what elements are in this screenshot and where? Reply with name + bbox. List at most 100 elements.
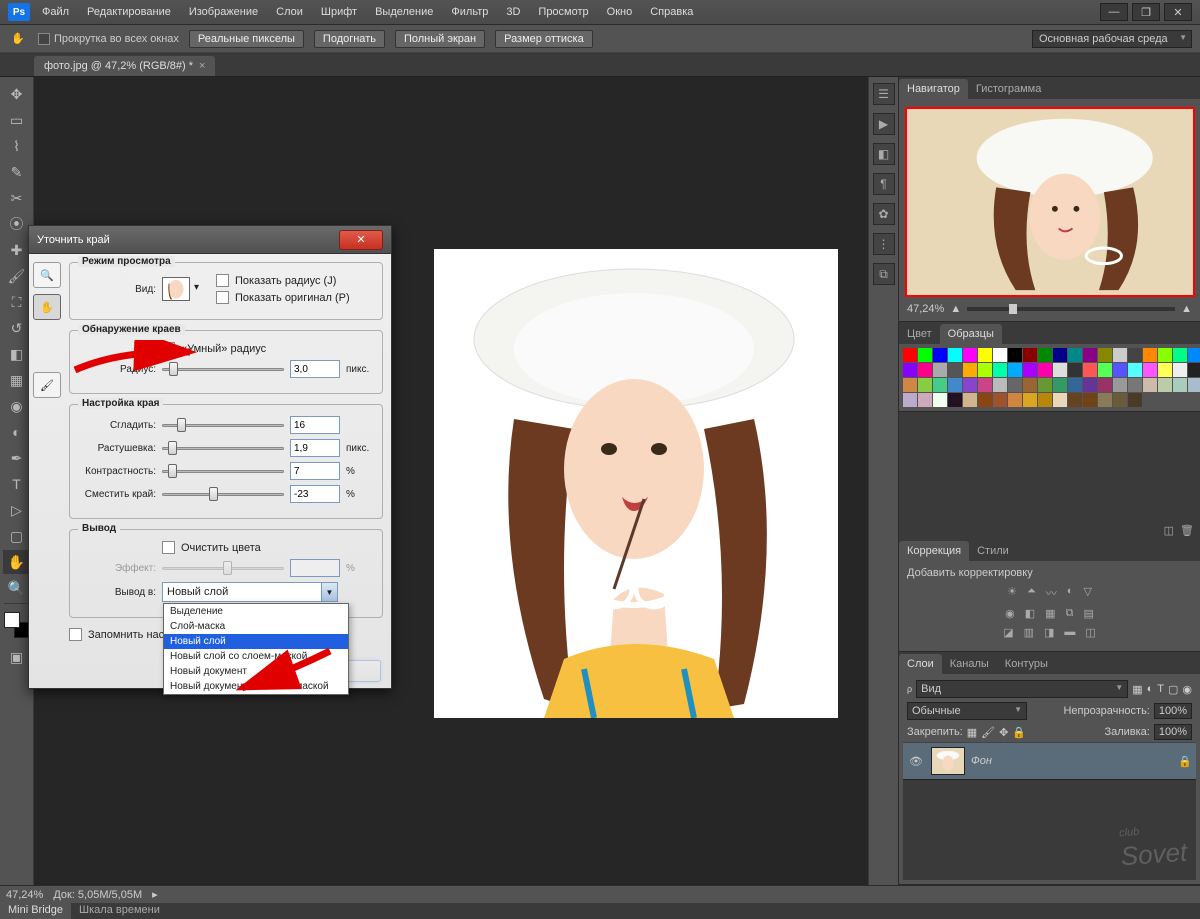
posterize-icon[interactable]: ▥ [1024,626,1034,639]
dialog-hand-tool[interactable]: ✋ [33,294,61,320]
swatch[interactable] [978,393,992,407]
swatch[interactable] [1098,378,1112,392]
selective-color-icon[interactable]: ◫ [1085,626,1095,639]
swatch[interactable] [1068,348,1082,362]
menu-edit[interactable]: Редактирование [87,6,171,18]
swatch[interactable] [1173,378,1187,392]
swatch[interactable] [1008,378,1022,392]
tab-adjustments[interactable]: Коррекция [899,541,969,561]
swatch[interactable] [1113,393,1127,407]
swatch[interactable] [978,348,992,362]
menu-layers[interactable]: Слои [276,6,303,18]
history-panel-icon[interactable]: ☰ [873,83,895,105]
dropdown-arrow-icon[interactable]: ▼ [321,583,337,601]
swatch[interactable] [1128,363,1142,377]
actual-pixels-button[interactable]: Реальные пикселы [189,30,304,48]
swatch[interactable] [903,393,917,407]
swatch[interactable] [1053,378,1067,392]
layer-filter-icon[interactable]: ▦ [1132,683,1142,696]
show-original-checkbox[interactable] [216,291,229,304]
menu-help[interactable]: Справка [650,6,693,18]
lock-pixels-icon[interactable]: 🖌 [981,726,995,739]
brush-panel-icon[interactable]: ✿ [873,203,895,225]
curves-icon[interactable]: 〰 [1046,585,1057,601]
swatch[interactable] [1023,393,1037,407]
document-tab[interactable]: фото.jpg @ 47,2% (RGB/8#) * × [34,56,215,76]
properties-panel-icon[interactable]: ◧ [873,143,895,165]
layer-filter-dropdown[interactable]: Вид [916,680,1128,698]
swatch[interactable] [1008,348,1022,362]
eraser-tool[interactable]: ◧ [3,342,31,366]
brightness-icon[interactable]: ☀ [1007,585,1017,601]
opacity-value[interactable]: 100% [1154,703,1192,719]
brush-presets-icon[interactable]: ⋮ [873,233,895,255]
hue-icon[interactable]: ◉ [1005,607,1015,620]
menu-select[interactable]: Выделение [375,6,433,18]
document-canvas[interactable] [434,249,838,718]
quick-select-tool[interactable]: ✎ [3,160,31,184]
layer-name[interactable]: Фон [971,755,992,767]
zoom-in-icon[interactable]: ▲ [1181,303,1192,315]
history-brush-tool[interactable]: ↺ [3,316,31,340]
dropdown-option[interactable]: Выделение [164,604,348,619]
swatch[interactable] [963,363,977,377]
clone-source-icon[interactable]: ⧉ [873,263,895,285]
feather-slider[interactable] [162,447,284,450]
lasso-tool[interactable]: ⌇ [3,134,31,158]
show-radius-checkbox[interactable] [216,274,229,287]
status-doc-size[interactable]: Док: 5,05M/5,05M [53,889,142,901]
zoom-tool[interactable]: 🔍 [3,576,31,600]
quickmask-toggle[interactable]: ▣ [3,645,31,669]
shift-edge-slider[interactable] [162,493,284,496]
character-panel-icon[interactable]: ¶ [873,173,895,195]
hand-tool[interactable]: ✋ [3,550,31,574]
swatch[interactable] [1098,363,1112,377]
levels-icon[interactable]: ⏶ [1027,585,1036,601]
menu-file[interactable]: Файл [42,6,69,18]
swatch[interactable] [1113,348,1127,362]
swatch[interactable] [1188,363,1200,377]
navigator-thumbnail[interactable] [905,107,1195,297]
swatch[interactable] [948,393,962,407]
swatch[interactable] [1068,393,1082,407]
layer-visibility-icon[interactable]: 👁 [907,755,925,768]
swatch[interactable] [933,393,947,407]
tab-histogram[interactable]: Гистограмма [968,79,1050,99]
swatch[interactable] [1128,393,1142,407]
blur-tool[interactable]: ◉ [3,394,31,418]
lookup-icon[interactable]: ▤ [1083,607,1093,620]
tab-navigator[interactable]: Навигатор [899,79,968,99]
exposure-icon[interactable]: ◐ [1067,585,1074,601]
swatch[interactable] [933,363,947,377]
fill-value[interactable]: 100% [1154,724,1192,740]
type-tool[interactable]: T [3,472,31,496]
blend-mode-dropdown[interactable]: Обычные [907,702,1027,720]
swatch[interactable] [1158,363,1172,377]
swatch[interactable] [1113,363,1127,377]
swatch[interactable] [1173,348,1187,362]
swatch[interactable] [903,363,917,377]
swatch[interactable] [1038,363,1052,377]
tab-color[interactable]: Цвет [899,324,940,344]
swatch[interactable] [918,363,932,377]
dialog-close-button[interactable]: ✕ [339,230,383,250]
shape-tool[interactable]: ▢ [3,524,31,548]
layer-filter-icon[interactable]: ▢ [1168,683,1178,696]
close-button[interactable]: ✕ [1164,3,1192,21]
swatch[interactable] [963,348,977,362]
swatch[interactable] [993,393,1007,407]
swatch[interactable] [1083,363,1097,377]
swatch[interactable] [1083,348,1097,362]
swatch[interactable] [1098,348,1112,362]
stamp-tool[interactable]: ⛶ [3,290,31,314]
fit-button[interactable]: Подогнать [314,30,385,48]
swatch[interactable] [1098,393,1112,407]
swatch[interactable] [1038,393,1052,407]
swatch[interactable] [1143,378,1157,392]
swatch[interactable] [948,348,962,362]
swatch[interactable] [948,363,962,377]
swatch[interactable] [1188,378,1200,392]
swatch[interactable] [1053,363,1067,377]
swatch[interactable] [1023,378,1037,392]
minimize-button[interactable]: — [1100,3,1128,21]
